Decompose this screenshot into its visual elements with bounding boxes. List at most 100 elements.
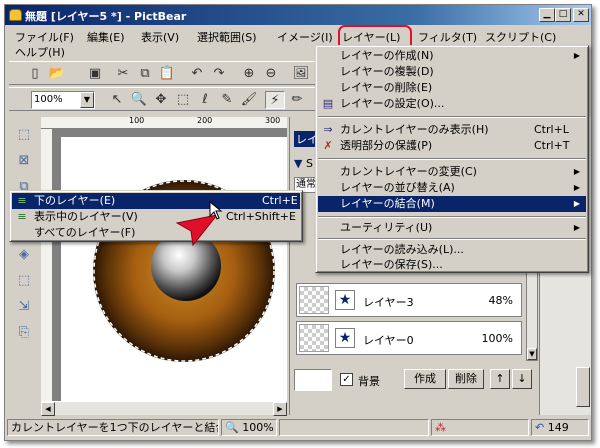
layer-thumbnail	[299, 286, 329, 314]
left-toolbox: ⬚ ⊠ ⧉ ◈ ⬚ ⇲ ⎘	[9, 117, 39, 417]
menu-image[interactable]: イメージ(I)	[277, 29, 333, 45]
mouse-cursor-icon	[209, 201, 223, 220]
menu-edit[interactable]: 編集(E)	[87, 29, 125, 45]
zoom-select[interactable]: 100% ▼	[31, 91, 95, 109]
redo-icon[interactable]: ↷	[209, 65, 229, 83]
select-frame-icon[interactable]: ⬚	[13, 271, 35, 291]
new-file-icon[interactable]: ▯	[25, 65, 45, 83]
menu-file[interactable]: ファイル(F)	[15, 29, 74, 45]
menu-filter[interactable]: フィルタ(T)	[418, 29, 477, 45]
airbrush-icon[interactable]: ⚡	[265, 91, 285, 109]
zoom-tool-icon[interactable]: 🔍	[129, 91, 149, 109]
zoom-out-icon[interactable]: ⊖	[261, 65, 281, 83]
paste-icon[interactable]: 📋	[157, 65, 177, 83]
ruler-top: 100 200 300	[41, 116, 287, 129]
maximize-button[interactable]: □	[555, 8, 571, 22]
pointer-icon[interactable]: ↖	[107, 91, 127, 109]
select-move-icon[interactable]: ⇲	[13, 297, 35, 317]
layer-visibility-star-icon[interactable]: ★	[335, 328, 355, 348]
menu-script[interactable]: スクリプト(C)	[485, 29, 556, 45]
submenu-item-merge-visible[interactable]: ≡ 表示中のレイヤー(V) Ctrl+Shift+E	[12, 209, 300, 225]
menu-item-delete-layer[interactable]: レイヤーの削除(E)	[318, 80, 586, 96]
undo-icon[interactable]: ↶	[187, 65, 207, 83]
scroll-right-icon[interactable]: ▶	[273, 402, 287, 416]
menu-view[interactable]: 表示(V)	[141, 29, 179, 45]
canvas-area[interactable]	[53, 129, 287, 401]
menu-separator	[318, 216, 586, 218]
menu-item-save-layer[interactable]: レイヤーの保存(S)...	[318, 257, 586, 273]
menu-item-layer-settings[interactable]: ▤ レイヤーの設定(O)...	[318, 96, 586, 112]
submenu-arrow-icon: ▶	[573, 167, 580, 176]
pencil-icon[interactable]: ✎	[217, 91, 237, 109]
scroll-left-icon[interactable]: ◀	[41, 402, 55, 416]
cut-icon[interactable]: ✂	[113, 65, 133, 83]
status-pane-empty-1	[279, 419, 429, 436]
eraser-icon[interactable]: ✏	[287, 91, 307, 109]
menu-item-merge-layers[interactable]: レイヤーの結合(M) ▶	[318, 196, 586, 212]
collapse-triangle-icon: ▼	[294, 157, 303, 170]
submenu-item-merge-all[interactable]: すべてのレイヤー(F)	[12, 225, 300, 241]
submenu-arrow-icon: ▶	[573, 223, 580, 232]
move-tool-icon[interactable]: ✥	[151, 91, 171, 109]
menu-item-show-current-layer-only[interactable]: ⇒ カレントレイヤーのみ表示(H) Ctrl+L	[318, 122, 586, 138]
zoom-in-icon[interactable]: ⊕	[239, 65, 259, 83]
menu-item-protect-transparency[interactable]: ✗ 透明部分の保護(P) Ctrl+T	[318, 138, 586, 154]
menu-item-load-layer[interactable]: レイヤーの読み込み(L)...	[318, 242, 586, 258]
eye-image	[93, 180, 275, 362]
protect-transparency-icon: ✗	[323, 139, 333, 152]
image-icon[interactable]: 🖼	[291, 65, 311, 83]
undo-count-icon: ↶	[535, 421, 545, 434]
menu-separator	[318, 158, 586, 160]
open-folder-icon[interactable]: 📂	[47, 65, 67, 83]
rect-select-icon[interactable]: ⬚	[173, 91, 193, 109]
menu-help[interactable]: ヘルプ(H)	[15, 44, 65, 60]
ruler-left	[41, 129, 53, 401]
merge-down-icon: ≡	[17, 194, 27, 207]
menu-item-duplicate-layer[interactable]: レイヤーの複製(D)	[318, 64, 586, 80]
minimize-button[interactable]: ▁	[539, 8, 555, 22]
menu-separator	[318, 116, 586, 118]
select-rect-icon[interactable]: ⬚	[13, 125, 35, 145]
layer-row[interactable]: ★ レイヤー3 48%	[296, 283, 522, 317]
layer-opacity: 100%	[481, 332, 513, 345]
move-layer-up-button[interactable]: ↑	[490, 369, 510, 389]
brush-icon[interactable]: 🖌	[239, 91, 259, 109]
close-button[interactable]: ✕	[573, 8, 589, 22]
status-message: カレントレイヤーを1つ下のレイヤーと結合	[7, 419, 219, 436]
menu-item-utility[interactable]: ユーティリティ(U) ▶	[318, 220, 586, 236]
submenu-item-merge-down[interactable]: ≡ 下のレイヤー(E) Ctrl+E	[12, 193, 300, 209]
horizontal-scrollbar[interactable]: ◀ ▶	[41, 401, 287, 416]
layer-panel-section[interactable]: ▼ S	[294, 157, 313, 170]
layer-opacity: 48%	[488, 294, 513, 307]
select-layer-icon[interactable]: ◈	[13, 245, 35, 265]
right-scrollbar[interactable]	[576, 367, 590, 407]
submenu-arrow-icon: ▶	[573, 51, 580, 60]
select-paste-icon[interactable]: ⎘	[13, 323, 35, 343]
layer-list-scrollbar[interactable]: ▼	[526, 267, 538, 361]
layer-visibility-star-icon[interactable]: ★	[335, 290, 355, 310]
menu-item-reorder-layers[interactable]: レイヤーの並び替え(A) ▶	[318, 180, 586, 196]
background-checkbox-label: 背景	[358, 375, 380, 388]
layer-row[interactable]: ★ レイヤー0 100%	[296, 321, 522, 355]
delete-layer-button[interactable]: 削除	[448, 369, 484, 389]
move-layer-down-button[interactable]: ↓	[512, 369, 532, 389]
menu-separator	[318, 238, 586, 240]
chevron-down-icon[interactable]: ▼	[80, 92, 94, 108]
create-layer-button[interactable]: 作成	[404, 369, 446, 389]
title-bar[interactable]: 無題 [レイヤー5 *] - PictBear ▁ □ ✕	[5, 5, 591, 25]
save-icon[interactable]: ▣	[85, 65, 105, 83]
copy-icon[interactable]: ⧉	[135, 65, 155, 83]
menu-selection[interactable]: 選択範囲(S)	[197, 29, 257, 45]
menu-item-create-layer[interactable]: レイヤーの作成(N) ▶	[318, 48, 586, 64]
pictbear-app-icon[interactable]	[9, 9, 22, 21]
menu-item-change-current-layer[interactable]: カレントレイヤーの変更(C) ▶	[318, 164, 586, 180]
lasso-icon[interactable]: ℓ	[195, 91, 215, 109]
scroll-down-icon[interactable]: ▼	[527, 348, 537, 360]
merge-submenu: ≡ 下のレイヤー(E) Ctrl+E ≡ 表示中のレイヤー(V) Ctrl+Sh…	[9, 190, 303, 242]
select-clear-icon[interactable]: ⊠	[13, 151, 35, 171]
canvas[interactable]	[61, 137, 287, 401]
color-dots-icon: ⁂	[435, 421, 446, 434]
background-checkbox[interactable]: ✓	[340, 373, 353, 386]
layer-name: レイヤー0	[363, 334, 414, 347]
submenu-arrow-icon: ▶	[573, 183, 580, 192]
